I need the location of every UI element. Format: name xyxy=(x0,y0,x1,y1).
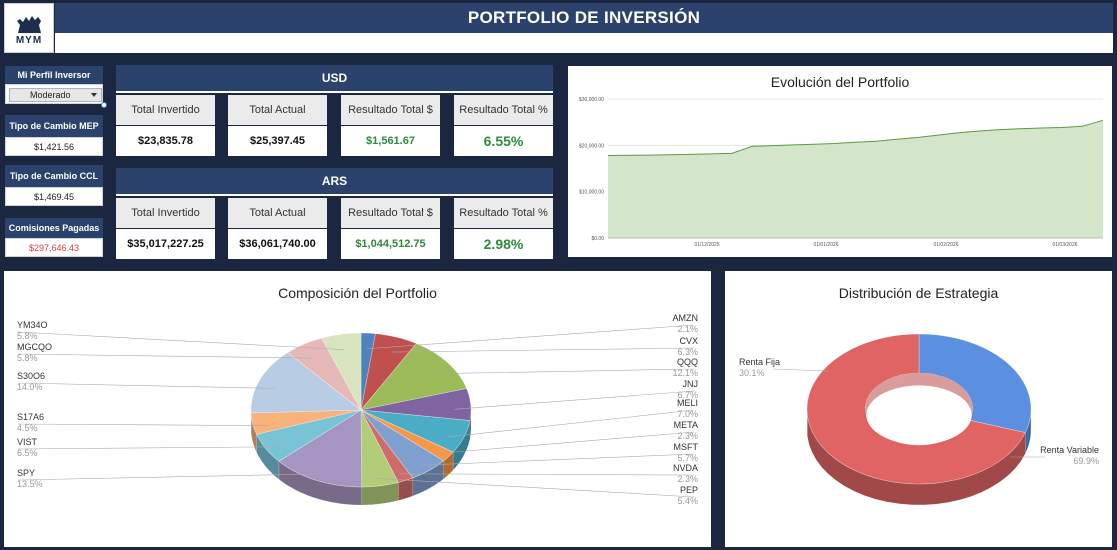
leader-line-ym34o xyxy=(17,331,345,350)
profile-dropdown[interactable]: Moderado xyxy=(9,88,102,102)
label-vist: VIST xyxy=(17,437,38,447)
label-pct-mgcqo: 5.8% xyxy=(17,353,38,363)
y-tick-label: $0.00 xyxy=(591,236,604,242)
leader-line-s30o6 xyxy=(17,382,275,389)
ars-value-invested: $35,017,227.25 xyxy=(116,229,215,259)
label-nvda: NVDA xyxy=(673,463,698,473)
y-tick-label: $30,000.00 xyxy=(579,97,604,103)
ars-value-current: $36,061,740.00 xyxy=(228,229,327,259)
fees-value: $297,646.43 xyxy=(5,238,103,257)
title-underline xyxy=(55,33,1113,53)
composition-chart-card[interactable]: Composición del Portfolio AMZN 2.1% CVX 6.3… xyxy=(4,271,711,547)
logo: MYM xyxy=(4,3,54,53)
y-tick-label: $20,000.00 xyxy=(579,143,604,149)
label-qqq: QQQ xyxy=(677,357,698,367)
label-renta-fija: Renta Fija xyxy=(739,357,780,367)
usd-value-result-pct: 6.55% xyxy=(454,126,553,156)
leader-line-renta-fija xyxy=(772,368,830,372)
evolution-chart-card[interactable]: Evolución del Portfolio $30,000.00 $20,00… xyxy=(568,66,1112,257)
label-pct-vist: 6.5% xyxy=(17,448,38,458)
label-meli: MELI xyxy=(677,398,698,408)
label-meta: META xyxy=(674,420,698,430)
leader-line-jnj xyxy=(454,390,695,410)
leader-line-amzn xyxy=(367,324,695,349)
strategy-chart: Renta Fija30.1% Renta Variable69.9% xyxy=(739,333,1099,506)
label-cvx: CVX xyxy=(679,336,698,346)
leader-line-s17a6 xyxy=(17,423,269,426)
label-pct-qqq: 12.1% xyxy=(672,368,698,378)
chevron-down-icon xyxy=(91,93,97,97)
ars-header: ARS xyxy=(116,168,553,196)
label-pct-s17a6: 4.5% xyxy=(17,423,38,433)
mep-value: $1,421.56 xyxy=(5,137,103,156)
ars-label-result: Resultado Total $ xyxy=(341,198,440,228)
ccl-value: $1,469.45 xyxy=(5,187,103,206)
resize-handle[interactable] xyxy=(101,102,107,108)
label-pct-spy: 13.5% xyxy=(17,479,43,489)
leader-line-cvx xyxy=(391,347,695,353)
usd-label-current: Total Actual xyxy=(228,95,327,125)
usd-label-result: Resultado Total $ xyxy=(341,95,440,125)
bull-bear-icon xyxy=(17,15,41,33)
page-title: PORTFOLIO DE INVERSIÓN xyxy=(55,3,1113,33)
label-renta-variable: Renta Variable xyxy=(1040,445,1099,455)
profile-dropdown-value: Moderado xyxy=(30,90,71,100)
usd-label-invested: Total Invertido xyxy=(116,95,215,125)
strategy-chart-card[interactable]: Distribución de Estrategia Renta Fija 30.… xyxy=(725,271,1112,547)
label-pct-pep: 5.4% xyxy=(677,496,698,506)
composition-chart: AMZN2.1%CVX6.3%QQQ12.1%JNJ6.7%MELI7.0%ME… xyxy=(17,313,699,506)
label-pct-renta-variable: 69.9% xyxy=(1073,456,1099,466)
ars-value-result: $1,044,512.75 xyxy=(341,229,440,259)
series-area xyxy=(608,120,1103,238)
leader-line-qqq xyxy=(434,368,695,375)
label-pct-renta-fija: 30.1% xyxy=(739,368,765,378)
ccl-label: Tipo de Cambio CCL xyxy=(5,165,103,187)
ars-label-current: Total Actual xyxy=(228,198,327,228)
label-mgcqo: MGCQO xyxy=(17,342,52,352)
label-pct-msft: 5.7% xyxy=(677,453,698,463)
usd-value-invested: $23,835.78 xyxy=(116,126,215,156)
label-pct-cvx: 6.3% xyxy=(677,347,698,357)
x-tick-label: 01/12/2025 xyxy=(694,242,719,248)
usd-header: USD xyxy=(116,65,553,93)
ars-value-result-pct: 2.98% xyxy=(454,229,553,259)
label-jnj: JNJ xyxy=(683,379,699,389)
label-pct-meli: 7.0% xyxy=(677,409,698,419)
label-s17a6: S17A6 xyxy=(17,412,44,422)
label-pct-meta: 2.3% xyxy=(677,431,698,441)
label-pct-ym34o: 5.8% xyxy=(17,331,38,341)
evolution-chart: $30,000.00 $20,000.00 $10,000.00 $0.00 01/12… xyxy=(579,97,1104,248)
label-pep: PEP xyxy=(680,485,698,495)
usd-label-result-pct: Resultado Total % xyxy=(454,95,553,125)
label-pct-amzn: 2.1% xyxy=(677,324,698,334)
y-tick-label: $10,000.00 xyxy=(579,190,604,196)
ars-label-invested: Total Invertido xyxy=(116,198,215,228)
x-tick-label: 01/01/2026 xyxy=(813,242,838,248)
label-ym34o: YM34O xyxy=(17,320,48,330)
ars-label-result-pct: Resultado Total % xyxy=(454,198,553,228)
label-amzn: AMZN xyxy=(673,313,699,323)
x-tick-label: 01/02/2026 xyxy=(933,242,958,248)
label-spy: SPY xyxy=(17,468,35,478)
fees-label: Comisiones Pagadas xyxy=(5,218,103,238)
profile-label: Mi Perfil Inversor xyxy=(5,66,103,84)
label-msft: MSFT xyxy=(674,442,699,452)
usd-value-result: $1,561.67 xyxy=(341,126,440,156)
usd-value-current: $25,397.45 xyxy=(228,126,327,156)
mep-label: Tipo de Cambio MEP xyxy=(5,115,103,137)
label-pct-s30o6: 14.0% xyxy=(17,382,43,392)
donut-hole xyxy=(866,385,972,445)
leader-line-meta xyxy=(435,431,695,454)
leader-line-mgcqo xyxy=(17,353,313,359)
label-s30o6: S30O6 xyxy=(17,371,45,381)
leader-line-vist xyxy=(17,446,281,450)
label-pct-nvda: 2.3% xyxy=(677,474,698,484)
logo-text: MYM xyxy=(15,34,43,46)
leader-line-meli xyxy=(448,409,695,438)
x-tick-label: 01/03/2026 xyxy=(1052,242,1077,248)
